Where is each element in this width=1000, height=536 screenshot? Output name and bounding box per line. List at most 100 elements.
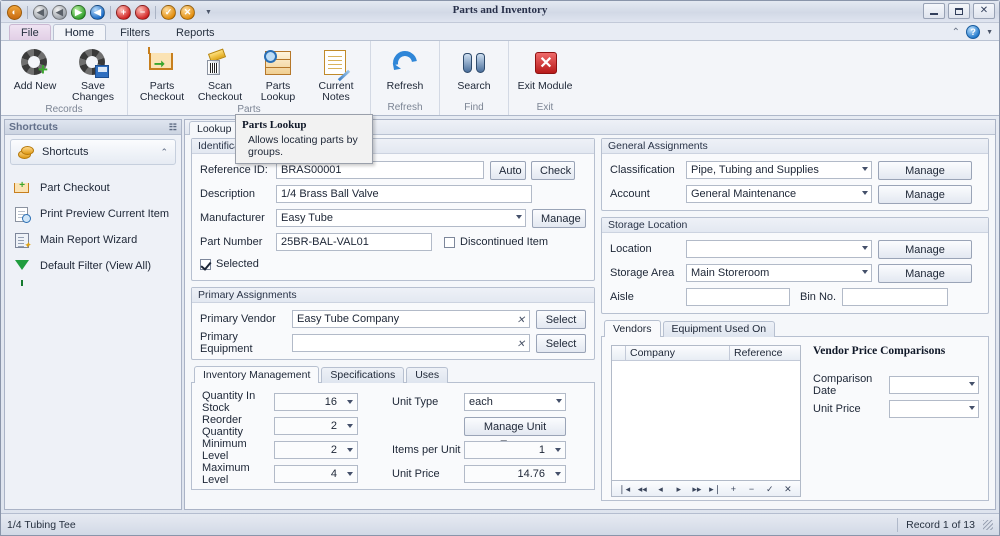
chevron-down-icon[interactable] <box>516 215 522 219</box>
chevron-down-icon[interactable] <box>556 399 562 403</box>
classification-combo[interactable]: Pipe, Tubing and Supplies <box>686 161 872 179</box>
tab-equipment-used-on[interactable]: Equipment Used On <box>663 321 776 337</box>
sidebar-item-main-report-wizard[interactable]: ✦ Main Report Wizard <box>13 227 181 253</box>
aisle-input[interactable] <box>686 288 790 306</box>
help-dropdown-icon[interactable]: ▼ <box>986 29 993 36</box>
chevron-down-icon[interactable] <box>347 424 353 428</box>
vendor-grid[interactable]: Company Reference <box>611 345 801 481</box>
pin-icon[interactable]: ☷ <box>169 122 177 133</box>
unit-type-combo[interactable]: each <box>464 393 566 411</box>
add-record-icon[interactable]: + <box>116 5 131 20</box>
first-record-button[interactable]: ❘◂ <box>615 482 633 496</box>
prior-record-button[interactable]: ◂ <box>651 482 669 496</box>
part-number-input[interactable]: 25BR-BAL-VAL01 <box>276 233 432 251</box>
tab-specifications[interactable]: Specifications <box>321 367 404 383</box>
minimum-level-stepper[interactable]: 2 <box>274 441 358 459</box>
tab-vendors[interactable]: Vendors <box>604 320 661 337</box>
tab-inventory-management[interactable]: Inventory Management <box>194 366 319 383</box>
auto-button[interactable]: Auto <box>490 161 526 180</box>
check-button[interactable]: Check <box>531 161 575 180</box>
help-icon[interactable]: ? <box>966 25 980 39</box>
navigate-back-icon[interactable]: ◀ <box>33 5 48 20</box>
account-manage-button[interactable]: Manage <box>878 185 972 204</box>
next-record-button[interactable]: ▸ <box>670 482 688 496</box>
reorder-quantity-stepper[interactable]: 2 <box>274 417 358 435</box>
comparison-date-combo[interactable] <box>889 376 979 394</box>
chevron-down-icon[interactable] <box>555 472 561 476</box>
storage-area-manage-button[interactable]: Manage <box>878 264 972 283</box>
quantity-in-stock-stepper[interactable]: 16 <box>274 393 358 411</box>
location-manage-button[interactable]: Manage <box>878 240 972 259</box>
tab-filters[interactable]: Filters <box>108 24 162 40</box>
classification-manage-button[interactable]: Manage <box>878 161 972 180</box>
current-notes-button[interactable]: Current Notes <box>307 44 365 103</box>
parts-lookup-button[interactable]: Parts Lookup <box>249 44 307 103</box>
maximize-button[interactable] <box>948 3 970 19</box>
primary-vendor-input[interactable]: Easy Tube Company ✕ <box>292 310 530 328</box>
collapse-ribbon-icon[interactable]: ⌃ <box>952 27 960 38</box>
storage-area-combo[interactable]: Main Storeroom <box>686 264 872 282</box>
tab-home[interactable]: Home <box>53 24 106 40</box>
sidebar-group-shortcuts[interactable]: Shortcuts ⌃ <box>10 139 176 165</box>
tab-uses[interactable]: Uses <box>406 367 448 383</box>
chevron-down-icon[interactable] <box>862 270 868 274</box>
manufacturer-manage-button[interactable]: Manage <box>532 209 586 228</box>
save-changes-button[interactable]: Save Changes <box>64 44 122 103</box>
tab-reports[interactable]: Reports <box>164 24 227 40</box>
post-record-icon[interactable]: ✓ <box>161 5 176 20</box>
chevron-down-icon[interactable] <box>969 406 975 410</box>
discontinued-item-checkbox[interactable]: Discontinued Item <box>444 236 548 248</box>
play-prior-icon[interactable]: ◀ <box>90 5 105 20</box>
delete-record-icon[interactable]: − <box>135 5 150 20</box>
add-new-button[interactable]: + Add New <box>6 44 64 92</box>
next-page-button[interactable]: ▸▸ <box>688 482 706 496</box>
chevron-up-icon[interactable]: ⌃ <box>160 147 168 158</box>
sidebar-item-part-checkout[interactable]: Part Checkout <box>13 175 181 201</box>
manage-unit-types-button[interactable]: Manage Unit Types <box>464 417 566 436</box>
selected-checkbox[interactable]: Selected <box>200 258 259 270</box>
parts-checkout-button[interactable]: ➞ Parts Checkout <box>133 44 191 103</box>
close-button[interactable]: ✕ <box>973 3 995 19</box>
delete-record-button[interactable]: − <box>742 482 760 496</box>
primary-vendor-select-button[interactable]: Select <box>536 310 586 329</box>
bin-no-input[interactable] <box>842 288 948 306</box>
chevron-down-icon[interactable] <box>347 448 353 452</box>
location-combo[interactable] <box>686 240 872 258</box>
vpc-unit-price-combo[interactable] <box>889 400 979 418</box>
primary-equipment-input[interactable]: ✕ <box>292 334 530 352</box>
chevron-down-icon[interactable] <box>862 191 868 195</box>
quick-access-more-icon[interactable]: ▼ <box>205 9 212 16</box>
sidebar-item-default-filter[interactable]: Default Filter (View All) <box>13 253 181 279</box>
vendor-grid-navigator[interactable]: ❘◂ ◂◂ ◂ ▸ ▸▸ ▸❘ + − ✓ ✕ <box>611 481 801 497</box>
minimize-button[interactable] <box>923 3 945 19</box>
grid-column-company[interactable]: Company <box>626 346 730 360</box>
tab-file[interactable]: File <box>9 24 51 40</box>
chevron-down-icon[interactable] <box>969 382 975 386</box>
grid-column-reference[interactable]: Reference <box>730 346 800 360</box>
last-record-button[interactable]: ▸❘ <box>706 482 724 496</box>
tab-lookup[interactable]: Lookup <box>189 121 239 135</box>
insert-record-button[interactable]: + <box>724 482 742 496</box>
chevron-down-icon[interactable] <box>347 400 353 404</box>
maximum-level-stepper[interactable]: 4 <box>274 465 358 483</box>
scan-checkout-button[interactable]: Scan Checkout <box>191 44 249 103</box>
account-combo[interactable]: General Maintenance <box>686 185 872 203</box>
prior-page-button[interactable]: ◂◂ <box>633 482 651 496</box>
navigate-forward-icon[interactable]: ◀ <box>52 5 67 20</box>
search-button[interactable]: Search <box>445 44 503 92</box>
items-per-unit-stepper[interactable]: 1 <box>464 441 566 459</box>
primary-equipment-select-button[interactable]: Select <box>536 334 586 353</box>
play-next-icon[interactable]: ▶ <box>71 5 86 20</box>
description-input[interactable]: 1/4 Brass Ball Valve <box>276 185 532 203</box>
cancel-record-icon[interactable]: ✕ <box>180 5 195 20</box>
chevron-down-icon[interactable] <box>862 167 868 171</box>
cancel-edit-button[interactable]: ✕ <box>779 482 797 496</box>
chevron-down-icon[interactable] <box>555 448 561 452</box>
quick-access-toolbar[interactable]: ◐ ◀ ◀ ▶ ◀ + − ✓ ✕ ▼ <box>5 2 212 22</box>
sidebar-item-print-preview[interactable]: Print Preview Current Item <box>13 201 181 227</box>
window-controls[interactable]: ✕ <box>923 3 995 19</box>
manufacturer-combo[interactable]: Easy Tube <box>276 209 526 227</box>
app-menu-icon[interactable]: ◐ <box>7 5 22 20</box>
unit-price-stepper[interactable]: 14.76 <box>464 465 566 483</box>
clear-icon[interactable]: ✕ <box>517 336 525 352</box>
